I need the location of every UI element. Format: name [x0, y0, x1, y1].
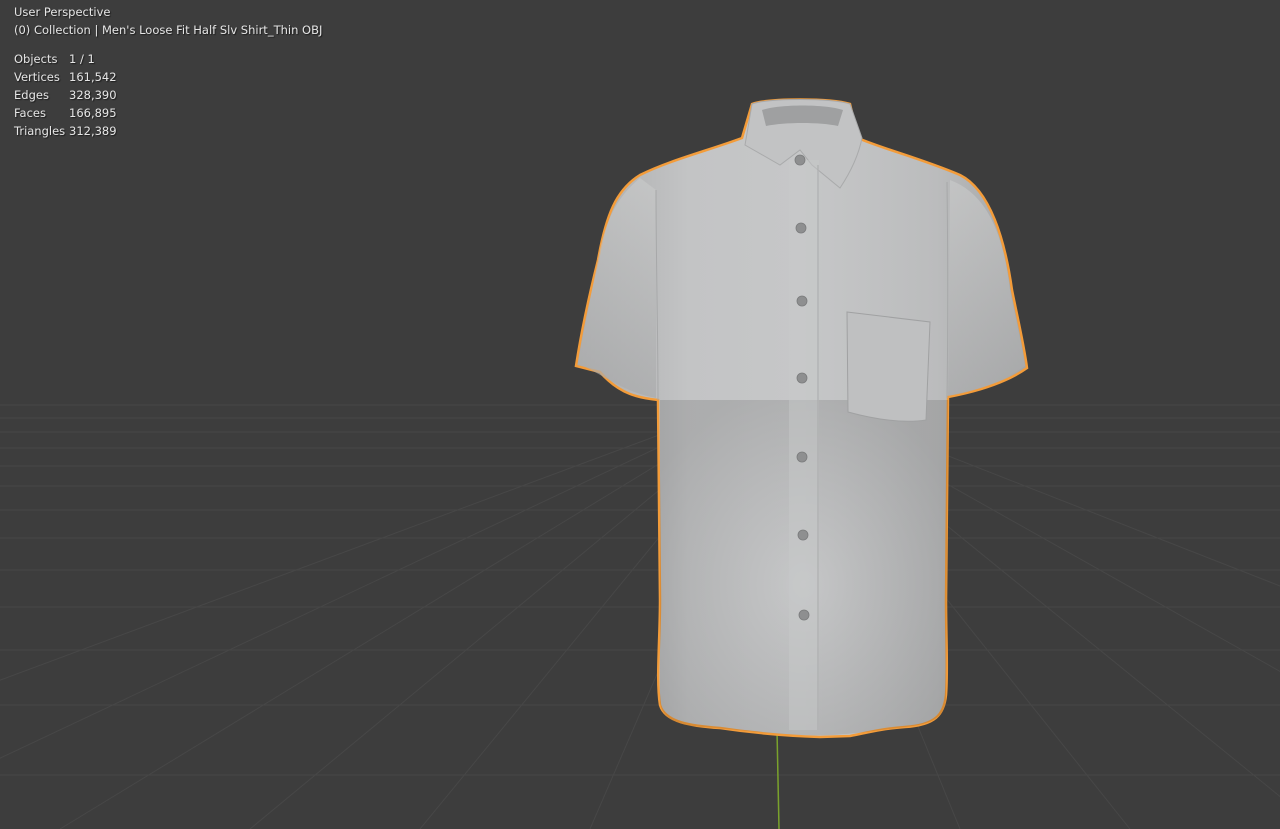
stat-value: 1 / 1: [69, 52, 95, 66]
stat-row-triangles: Triangles 312,389: [14, 122, 322, 140]
button-4: [796, 372, 808, 384]
stat-label: Vertices: [14, 70, 60, 84]
stat-row-vertices: Vertices 161,542: [14, 68, 322, 86]
shirt-mesh[interactable]: [560, 90, 1050, 750]
left-sleeve: [578, 178, 656, 398]
view-name: User Perspective: [14, 5, 111, 19]
button-7: [798, 609, 810, 621]
chest-pocket: [846, 311, 931, 422]
stat-label: Faces: [14, 106, 46, 120]
right-sleeve: [948, 180, 1025, 396]
button-5: [796, 451, 808, 463]
stat-label: Objects: [14, 52, 58, 66]
scene-statistics: Objects 1 / 1 Vertices 161,542 Edges 328…: [14, 50, 322, 140]
3d-viewport[interactable]: User Perspective (0) Collection | Men's …: [0, 0, 1280, 829]
button-3: [796, 295, 808, 307]
stat-row-edges: Edges 328,390: [14, 86, 322, 104]
stat-label: Edges: [14, 88, 49, 102]
placket: [789, 160, 819, 730]
stat-row-objects: Objects 1 / 1: [14, 50, 322, 68]
button-6: [797, 529, 809, 541]
button-1: [794, 154, 806, 166]
collection-info: (0) Collection | Men's Loose Fit Half Sl…: [14, 23, 323, 37]
stat-value: 161,542: [69, 70, 117, 84]
stat-value: 166,895: [69, 106, 117, 120]
stat-label: Triangles: [14, 124, 66, 138]
stat-value: 312,389: [69, 124, 117, 138]
stat-row-faces: Faces 166,895: [14, 104, 322, 122]
stat-value: 328,390: [69, 88, 117, 102]
viewport-overlay-text: User Perspective (0) Collection | Men's …: [14, 3, 322, 140]
button-2: [795, 222, 807, 234]
